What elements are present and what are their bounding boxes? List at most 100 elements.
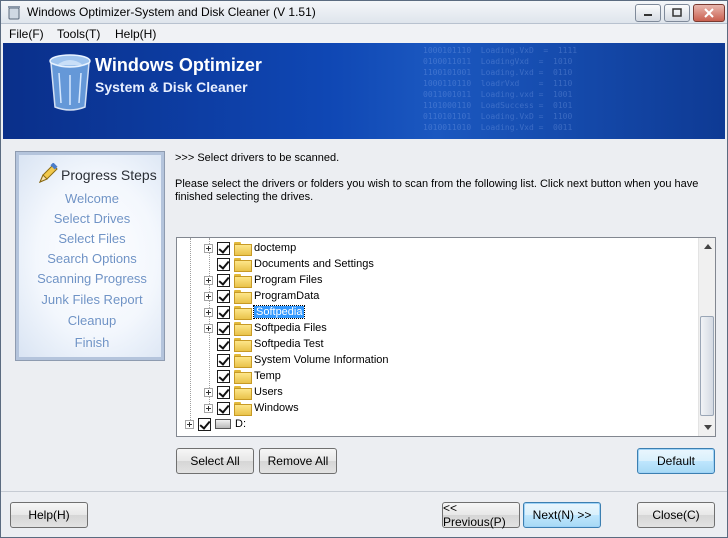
tree-item-checkbox[interactable]: [217, 369, 230, 383]
tree-connector: [190, 238, 191, 424]
expand-icon[interactable]: [204, 291, 213, 301]
tree-scrollbar[interactable]: [698, 238, 715, 436]
folder-icon: [234, 402, 252, 416]
drive-folder-tree[interactable]: doctemp Documents and Settings Program F…: [176, 237, 716, 437]
close-button[interactable]: Close(C): [637, 502, 715, 528]
tree-item-selected[interactable]: Softpedia: [204, 304, 306, 320]
tree-item-label: Softpedia: [252, 305, 306, 319]
step-finish: Finish: [74, 335, 110, 350]
folder-icon: [234, 242, 252, 256]
drive-icon: [215, 419, 231, 429]
tree-item-checkbox[interactable]: [217, 385, 230, 399]
step-junk-files-report: Junk Files Report: [41, 292, 143, 307]
select-all-button[interactable]: Select All: [176, 448, 254, 474]
tree-item[interactable]: Documents and Settings: [204, 256, 374, 272]
step-search-options: Search Options: [47, 251, 137, 266]
tree-item[interactable]: Softpedia Files: [204, 320, 327, 336]
expand-icon[interactable]: [204, 403, 213, 413]
menu-bar: File(F) Tools(T) Help(H): [1, 24, 727, 43]
instruction-heading: >>> Select drivers to be scanned.: [175, 152, 340, 164]
expand-icon[interactable]: [204, 275, 213, 285]
step-scanning-progress: Scanning Progress: [37, 271, 147, 286]
tree-item-checkbox[interactable]: [217, 321, 230, 335]
arrow-up-icon: [703, 244, 712, 249]
tree-item[interactable]: Windows: [204, 400, 299, 416]
tree-item-checkbox[interactable]: [217, 289, 230, 303]
folder-icon: [234, 370, 252, 384]
default-button[interactable]: Default: [637, 448, 715, 474]
recycle-bin-icon: [49, 54, 91, 111]
pencil-icon: [39, 163, 58, 183]
folder-icon: [234, 258, 252, 272]
tree-item[interactable]: Softpedia Test: [204, 336, 324, 352]
minimize-icon: [644, 14, 652, 16]
scroll-thumb[interactable]: [700, 316, 714, 416]
step-select-drives: Select Drives: [53, 211, 131, 226]
tree-item-checkbox[interactable]: [217, 337, 230, 351]
app-window: Windows Optimizer-System and Disk Cleane…: [0, 0, 728, 538]
tree-item-label: System Volume Information: [254, 354, 389, 366]
progress-steps-title: Progress Steps: [61, 167, 157, 183]
folder-open-icon: [234, 306, 252, 320]
help-button[interactable]: Help(H): [10, 502, 88, 528]
app-icon: [8, 6, 20, 20]
step-welcome: Welcome: [65, 191, 119, 206]
tree-item-label: Temp: [254, 370, 281, 382]
progress-steps-background: Progress Steps Welcome Select Drives Sel…: [19, 155, 161, 357]
tree-item[interactable]: ProgramData: [204, 288, 319, 304]
tree-item-label: Users: [254, 386, 283, 398]
header-banner: 1000101110 Loading.VxD = 1111 0100011011…: [3, 43, 725, 139]
minimize-button[interactable]: [635, 4, 661, 22]
menu-file[interactable]: File(F): [9, 27, 44, 41]
progress-steps-panel: Progress Steps Welcome Select Drives Sel…: [15, 151, 165, 361]
menu-help[interactable]: Help(H): [115, 27, 156, 41]
maximize-icon: [672, 8, 682, 17]
instruction-text: Please select the drivers or folders you…: [175, 178, 699, 203]
tree-item-checkbox[interactable]: [217, 257, 230, 271]
tree-item-checkbox[interactable]: [217, 305, 230, 319]
tree-item-label: Program Files: [254, 274, 323, 286]
banner-background-pattern: 1000101110 Loading.VxD = 1111 0100011011…: [423, 46, 578, 132]
tree-drive-item[interactable]: D:: [185, 416, 246, 432]
previous-button[interactable]: << Previous(P): [442, 501, 520, 529]
expand-icon[interactable]: [204, 387, 213, 397]
expand-icon[interactable]: [185, 419, 194, 429]
folder-icon: [234, 274, 252, 288]
tree-item[interactable]: Temp: [204, 368, 281, 384]
tree-item[interactable]: Program Files: [204, 272, 322, 288]
next-button[interactable]: Next(N) >>: [523, 502, 601, 528]
expand-icon[interactable]: [204, 307, 213, 317]
close-window-button[interactable]: [693, 4, 725, 22]
maximize-button[interactable]: [664, 4, 690, 22]
folder-icon: [234, 322, 252, 336]
step-select-files: Select Files: [58, 231, 126, 246]
tree-item[interactable]: doctemp: [204, 240, 296, 256]
tree-drive-label: D:: [235, 418, 246, 430]
tree-item-label: Windows: [254, 402, 299, 414]
scroll-up-button[interactable]: [699, 238, 715, 255]
tree-item-checkbox[interactable]: [217, 273, 230, 287]
tree-item[interactable]: Users: [204, 384, 283, 400]
tree-item-checkbox[interactable]: [198, 417, 211, 431]
folder-icon: [234, 354, 252, 368]
scroll-down-button[interactable]: [699, 419, 715, 436]
banner-subtitle: System & Disk Cleaner: [95, 79, 248, 95]
tree-item-label: ProgramData: [254, 290, 320, 302]
title-bar[interactable]: Windows Optimizer-System and Disk Cleane…: [1, 1, 727, 24]
tree-item-label: Softpedia Test: [254, 338, 324, 350]
menu-tools[interactable]: Tools(T): [57, 27, 100, 41]
tree-item[interactable]: System Volume Information: [204, 352, 389, 368]
tree-item-checkbox[interactable]: [217, 401, 230, 415]
folder-icon: [234, 290, 252, 304]
folder-icon: [234, 386, 252, 400]
tree-item-checkbox[interactable]: [217, 353, 230, 367]
expand-icon[interactable]: [204, 243, 213, 253]
tree-item-label: doctemp: [254, 242, 297, 254]
remove-all-button[interactable]: Remove All: [259, 448, 337, 474]
tree-item-checkbox[interactable]: [217, 241, 230, 255]
expand-icon[interactable]: [204, 323, 213, 333]
